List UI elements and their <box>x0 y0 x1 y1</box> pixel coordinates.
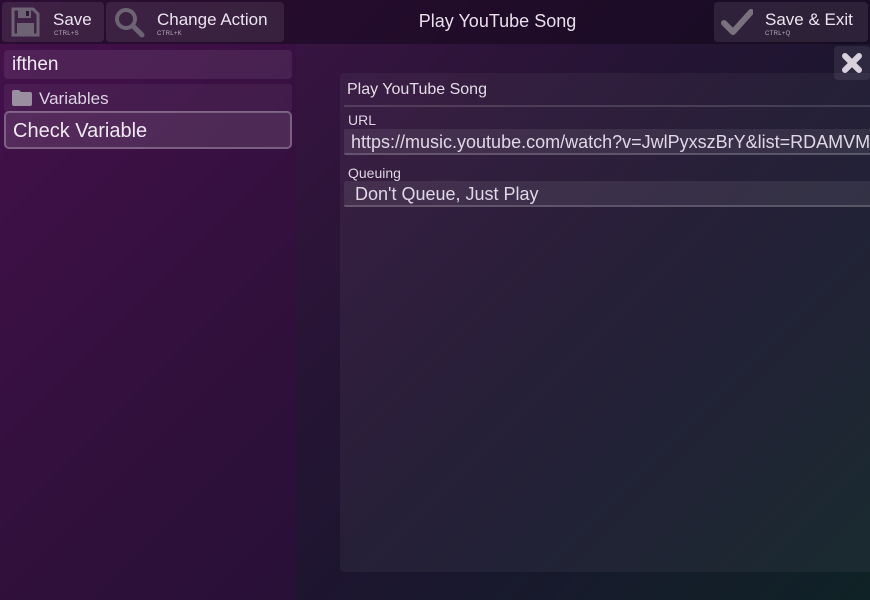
save-shortcut: CTRL+S <box>54 31 79 37</box>
save-and-exit-button[interactable]: Save & Exit CTRL+Q <box>714 2 868 42</box>
save-label: Save <box>53 10 92 29</box>
save-and-exit-label: Save & Exit <box>765 10 853 29</box>
action-search-input[interactable] <box>4 50 292 79</box>
magnifier-icon <box>115 8 145 38</box>
panel-title: Play YouTube Song <box>347 81 487 98</box>
folder-variables[interactable]: Variables <box>4 84 292 112</box>
floppy-disk-icon <box>11 7 40 37</box>
folder-icon <box>12 90 32 106</box>
url-label: URL <box>348 112 377 128</box>
change-action-button[interactable]: Change Action CTRL+K <box>106 2 284 42</box>
top-toolbar: Save CTRL+S Change Action CTRL+K Play Yo… <box>0 0 870 44</box>
url-input[interactable]: https://music.youtube.com/watch?v=JwlPyx… <box>344 129 870 155</box>
list-item-label: Check Variable <box>13 120 148 142</box>
list-item-check-variable[interactable]: Check Variable <box>4 111 292 149</box>
change-action-shortcut: CTRL+K <box>157 31 182 37</box>
queuing-label: Queuing <box>348 165 401 181</box>
queuing-select[interactable]: Don't Queue, Just Play <box>344 181 870 207</box>
page-title: Play YouTube Song <box>418 11 577 31</box>
save-button[interactable]: Save CTRL+S <box>2 2 104 42</box>
action-browser-panel: Variables Check Variable <box>0 44 296 600</box>
change-action-label: Change Action <box>157 10 268 29</box>
folder-label: Variables <box>39 89 109 108</box>
panel-divider <box>344 105 870 107</box>
save-and-exit-shortcut: CTRL+Q <box>765 31 791 37</box>
checkmark-icon <box>721 9 753 35</box>
close-x-icon <box>842 53 862 73</box>
action-settings-panel: Play YouTube Song URL https://music.yout… <box>340 73 870 572</box>
